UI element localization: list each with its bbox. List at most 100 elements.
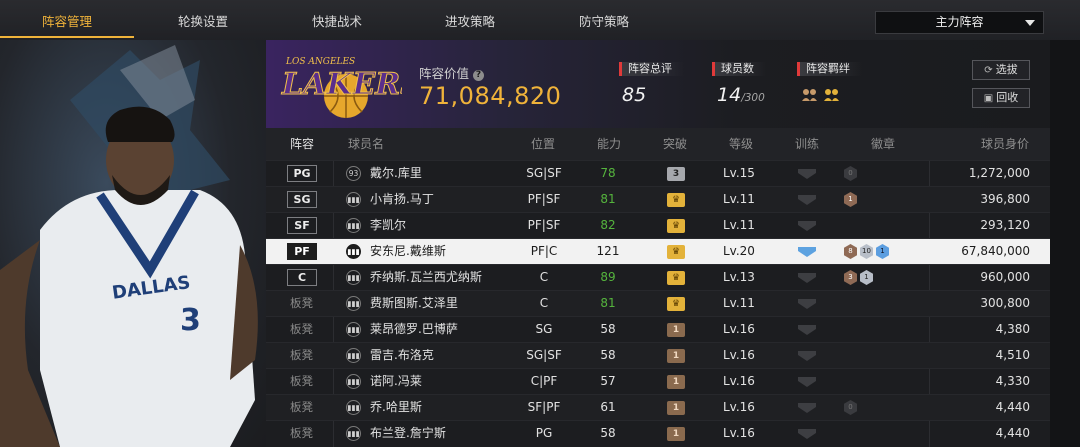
col-position[interactable]: 位置 [531,128,555,160]
tab-rotation-settings[interactable]: 轮换设置 [136,0,270,38]
lineup-dropdown[interactable]: 主力阵容 [875,11,1044,34]
breakthrough-icon: 1 [667,349,685,363]
player-position: SG [535,322,553,336]
player-salary: 4,380 [995,322,1030,336]
player-name[interactable]: 乔.哈里斯 [370,395,422,420]
tab-defense-strategy[interactable]: 防守策略 [537,0,671,38]
player-position: SG|SF [526,166,562,180]
player-name[interactable]: 李凯尔 [370,213,406,238]
rank-bars-icon: ▮▮▮ [346,270,361,285]
training-icon[interactable] [798,299,816,309]
col-name[interactable]: 球员名 [348,128,384,160]
training-icon[interactable] [798,377,816,387]
player-level: Lv.20 [723,244,755,258]
rating-value: 85 [622,84,647,106]
player-name[interactable]: 乔纳斯.瓦兰西尤纳斯 [370,265,482,290]
tab-quick-tactics[interactable]: 快捷战术 [270,0,404,38]
table-row[interactable]: PF ▮▮▮ 安东尼.戴维斯 PF|C 121 ♛ Lv.20 8 10 1 67,840,000 [266,238,1050,264]
rank-bars-icon: ▮▮▮ [346,400,361,415]
training-icon[interactable] [798,273,816,283]
player-position: PF|SF [527,218,561,232]
breakthrough-icon: ♛ [667,245,685,259]
slot-badge[interactable]: SF [287,217,317,234]
player-ability: 82 [600,218,616,232]
slot-badge[interactable]: PG [287,165,317,182]
player-position: C [539,296,549,310]
col-ability[interactable]: 能力 [597,128,621,160]
player-salary: 300,800 [980,296,1030,310]
col-level[interactable]: 等级 [729,128,753,160]
player-level: Lv.16 [723,426,755,440]
slot-bench[interactable]: 板凳 [290,395,313,420]
breakthrough-icon: ♛ [667,193,685,207]
rank-bars-icon: ▮▮▮ [346,426,361,441]
col-badges[interactable]: 徽章 [871,128,895,160]
player-name[interactable]: 莱昂德罗.巴博萨 [370,317,458,342]
training-icon[interactable] [798,325,816,335]
slot-badge[interactable]: C [287,269,317,286]
table-header: 阵容 球员名 位置 能力 突破 等级 训练 徽章 球员身价 [266,128,1050,160]
player-salary: 960,000 [980,270,1030,284]
scrollbar[interactable] [1050,40,1080,447]
table-row[interactable]: 板凳 ▮▮▮ 乔.哈里斯 SF|PF 61 1 Lv.16 0 4,440 [266,394,1050,420]
player-salary: 4,330 [995,374,1030,388]
tab-offense-strategy[interactable]: 进攻策略 [403,0,537,38]
slot-badge[interactable]: SG [287,191,317,208]
tab-lineup-management[interactable]: 阵容管理 [0,0,134,38]
player-level: Lv.13 [723,270,755,284]
slot-bench[interactable]: 板凳 [290,317,313,342]
player-name[interactable]: 雷吉.布洛克 [370,343,434,368]
players-count-value: 14 [717,84,742,106]
rank-bars-icon: ▮▮▮ [346,374,361,389]
training-icon[interactable] [798,221,816,231]
slot-badge[interactable]: PF [287,243,317,260]
help-icon[interactable]: ? [473,70,485,81]
recycle-button[interactable]: ▣ 回收 [972,88,1030,108]
col-breakthrough[interactable]: 突破 [663,128,687,160]
table-row[interactable]: SF ▮▮▮ 李凯尔 PF|SF 82 ♛ Lv.11 293,120 [266,212,1050,238]
training-icon[interactable] [798,351,816,361]
training-icon[interactable] [798,403,816,413]
player-level: Lv.15 [723,166,755,180]
player-name[interactable]: 小肯扬.马丁 [370,187,434,212]
slot-bench[interactable]: 板凳 [290,291,313,316]
rank-bars-icon: ▮▮▮ [346,244,361,259]
slot-bench[interactable]: 板凳 [290,421,313,446]
player-ability: 58 [600,426,616,440]
player-name[interactable]: 布兰登.詹宁斯 [370,421,446,446]
player-salary: 4,510 [995,348,1030,362]
player-ability: 89 [600,270,616,284]
player-name[interactable]: 安东尼.戴维斯 [370,239,446,264]
player-name[interactable]: 戴尔.库里 [370,161,422,186]
bond-icons[interactable] [801,87,843,107]
table-row[interactable]: C ▮▮▮ 乔纳斯.瓦兰西尤纳斯 C 89 ♛ Lv.13 3 1 960,000 [266,264,1050,290]
refresh-icon: ⟳ [984,65,993,76]
player-level: Lv.11 [723,218,755,232]
player-name[interactable]: 费斯图斯.艾泽里 [370,291,458,316]
table-row[interactable]: 板凳 ▮▮▮ 诺阿.冯莱 C|PF 57 1 Lv.16 4,330 [266,368,1050,394]
table-row[interactable]: 板凳 ▮▮▮ 费斯图斯.艾泽里 C 81 ♛ Lv.11 300,800 [266,290,1050,316]
table-row[interactable]: 板凳 ▮▮▮ 布兰登.詹宁斯 PG 58 1 Lv.16 4,440 [266,420,1050,446]
jersey-number-icon: 93 [346,166,361,181]
table-row[interactable]: 板凳 ▮▮▮ 莱昂德罗.巴博萨 SG 58 1 Lv.16 4,380 [266,316,1050,342]
pick-button[interactable]: ⟳ 选拔 [972,60,1030,80]
breakthrough-icon: ♛ [667,271,685,285]
col-training[interactable]: 训练 [795,128,819,160]
col-salary[interactable]: 球员身价 [981,128,1029,160]
slot-bench[interactable]: 板凳 [290,369,313,394]
player-ability: 78 [600,166,616,180]
table-row[interactable]: SG ▮▮▮ 小肯扬.马丁 PF|SF 81 ♛ Lv.11 1 396,800 [266,186,1050,212]
slot-bench[interactable]: 板凳 [290,343,313,368]
table-row[interactable]: PG 93 戴尔.库里 SG|SF 78 3 Lv.15 0 1,272,000 [266,160,1050,186]
training-icon[interactable] [798,247,816,257]
table-row[interactable]: 板凳 ▮▮▮ 雷吉.布洛克 SG|SF 58 1 Lv.16 4,510 [266,342,1050,368]
player-ability: 57 [600,374,616,388]
training-icon[interactable] [798,195,816,205]
rank-bars-icon: ▮▮▮ [346,348,361,363]
breakthrough-icon: ♛ [667,297,685,311]
player-name[interactable]: 诺阿.冯莱 [370,369,422,394]
training-icon[interactable] [798,429,816,439]
col-lineup[interactable]: 阵容 [290,128,314,160]
recycle-button-label: 回收 [996,91,1019,104]
training-icon[interactable] [798,169,816,179]
